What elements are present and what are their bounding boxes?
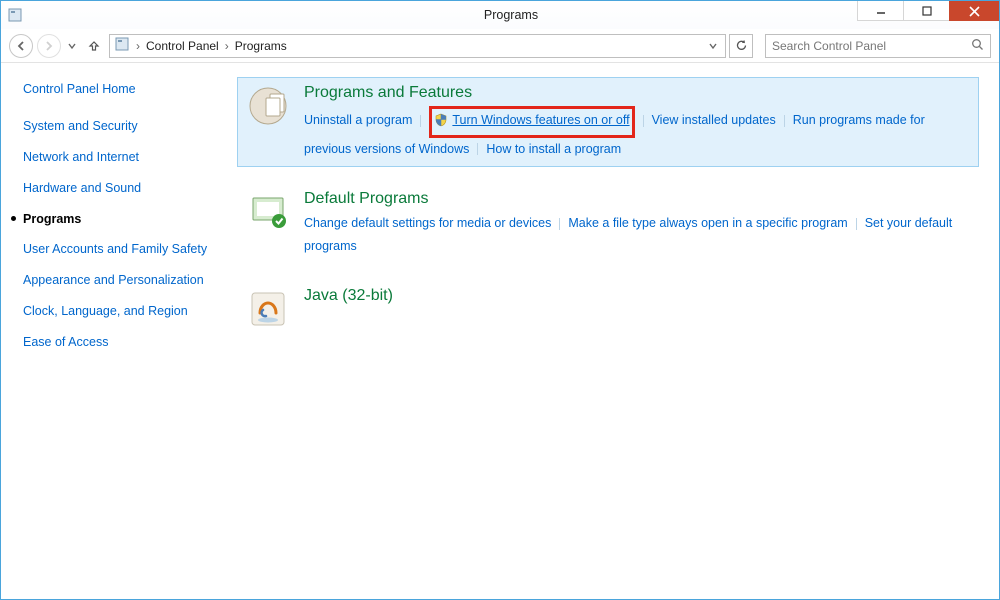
search-placeholder: Search Control Panel xyxy=(772,39,886,53)
sidebar-item-programs[interactable]: Programs xyxy=(23,211,229,228)
category-icon[interactable] xyxy=(246,287,290,331)
link-make-a-file-type-always-open-in-a-specific-program[interactable]: Make a file type always open in a specif… xyxy=(568,216,847,230)
forward-button[interactable] xyxy=(37,34,61,58)
sidebar-item-user-accounts-and-family-safety[interactable]: User Accounts and Family Safety xyxy=(23,241,229,258)
uac-shield-icon xyxy=(434,112,448,135)
link-view-installed-updates[interactable]: View installed updates xyxy=(652,113,776,127)
chevron-right-icon: › xyxy=(223,39,231,53)
link-how-to-install-a-program[interactable]: How to install a program xyxy=(486,142,621,156)
app-icon xyxy=(7,7,23,23)
category-icon[interactable] xyxy=(246,190,290,234)
navbar: › Control Panel › Programs Search Contro… xyxy=(1,29,999,63)
maximize-button[interactable] xyxy=(903,1,949,21)
chevron-right-icon: › xyxy=(134,39,142,53)
history-dropdown[interactable] xyxy=(65,34,79,58)
breadcrumb-current[interactable]: Programs xyxy=(235,39,287,53)
up-button[interactable] xyxy=(83,35,105,57)
sidebar-item-control-panel-home[interactable]: Control Panel Home xyxy=(23,81,229,98)
link-change-default-settings-for-media-or-devices[interactable]: Change default settings for media or dev… xyxy=(304,216,551,230)
address-dropdown[interactable] xyxy=(705,39,721,53)
address-bar[interactable]: › Control Panel › Programs xyxy=(109,34,726,58)
category-icon[interactable] xyxy=(246,84,290,128)
sidebar-item-network-and-internet[interactable]: Network and Internet xyxy=(23,149,229,166)
category-title[interactable]: Default Programs xyxy=(304,190,970,208)
sidebar-item-system-and-security[interactable]: System and Security xyxy=(23,118,229,135)
window-controls xyxy=(857,1,999,23)
minimize-button[interactable] xyxy=(857,1,903,21)
search-input[interactable]: Search Control Panel xyxy=(765,34,991,58)
sidebar-item-hardware-and-sound[interactable]: Hardware and Sound xyxy=(23,180,229,197)
sidebar: Control Panel Home System and Security Net… xyxy=(1,63,237,599)
breadcrumb-root[interactable]: Control Panel xyxy=(146,39,219,53)
close-button[interactable] xyxy=(949,1,999,21)
window: Programs › Control Panel › Programs Sear… xyxy=(0,0,1000,600)
location-icon xyxy=(114,36,130,55)
window-title: Programs xyxy=(23,8,999,22)
search-icon xyxy=(971,38,984,54)
content: Control Panel Home System and Security Net… xyxy=(1,63,999,599)
sidebar-item-clock-language-and-region[interactable]: Clock, Language, and Region xyxy=(23,303,229,320)
category-java-32-bit: Java (32-bit) xyxy=(237,280,979,338)
back-button[interactable] xyxy=(9,34,33,58)
sidebar-item-ease-of-access[interactable]: Ease of Access xyxy=(23,334,229,351)
link-uninstall-a-program[interactable]: Uninstall a program xyxy=(304,113,412,127)
main: Programs and Features Uninstall a program… xyxy=(237,63,999,599)
link-turn-windows-features-on-or-off[interactable]: Turn Windows features on or off xyxy=(452,113,629,127)
category-programs-and-features: Programs and Features Uninstall a program… xyxy=(237,77,979,167)
sidebar-item-appearance-and-personalization[interactable]: Appearance and Personalization xyxy=(23,272,229,289)
highlight-box: Turn Windows features on or off xyxy=(429,106,634,138)
category-title[interactable]: Programs and Features xyxy=(304,84,970,102)
category-default-programs: Default Programs Change default settings … xyxy=(237,183,979,264)
category-title[interactable]: Java (32-bit) xyxy=(304,287,970,305)
refresh-button[interactable] xyxy=(729,34,753,58)
titlebar: Programs xyxy=(1,1,999,29)
